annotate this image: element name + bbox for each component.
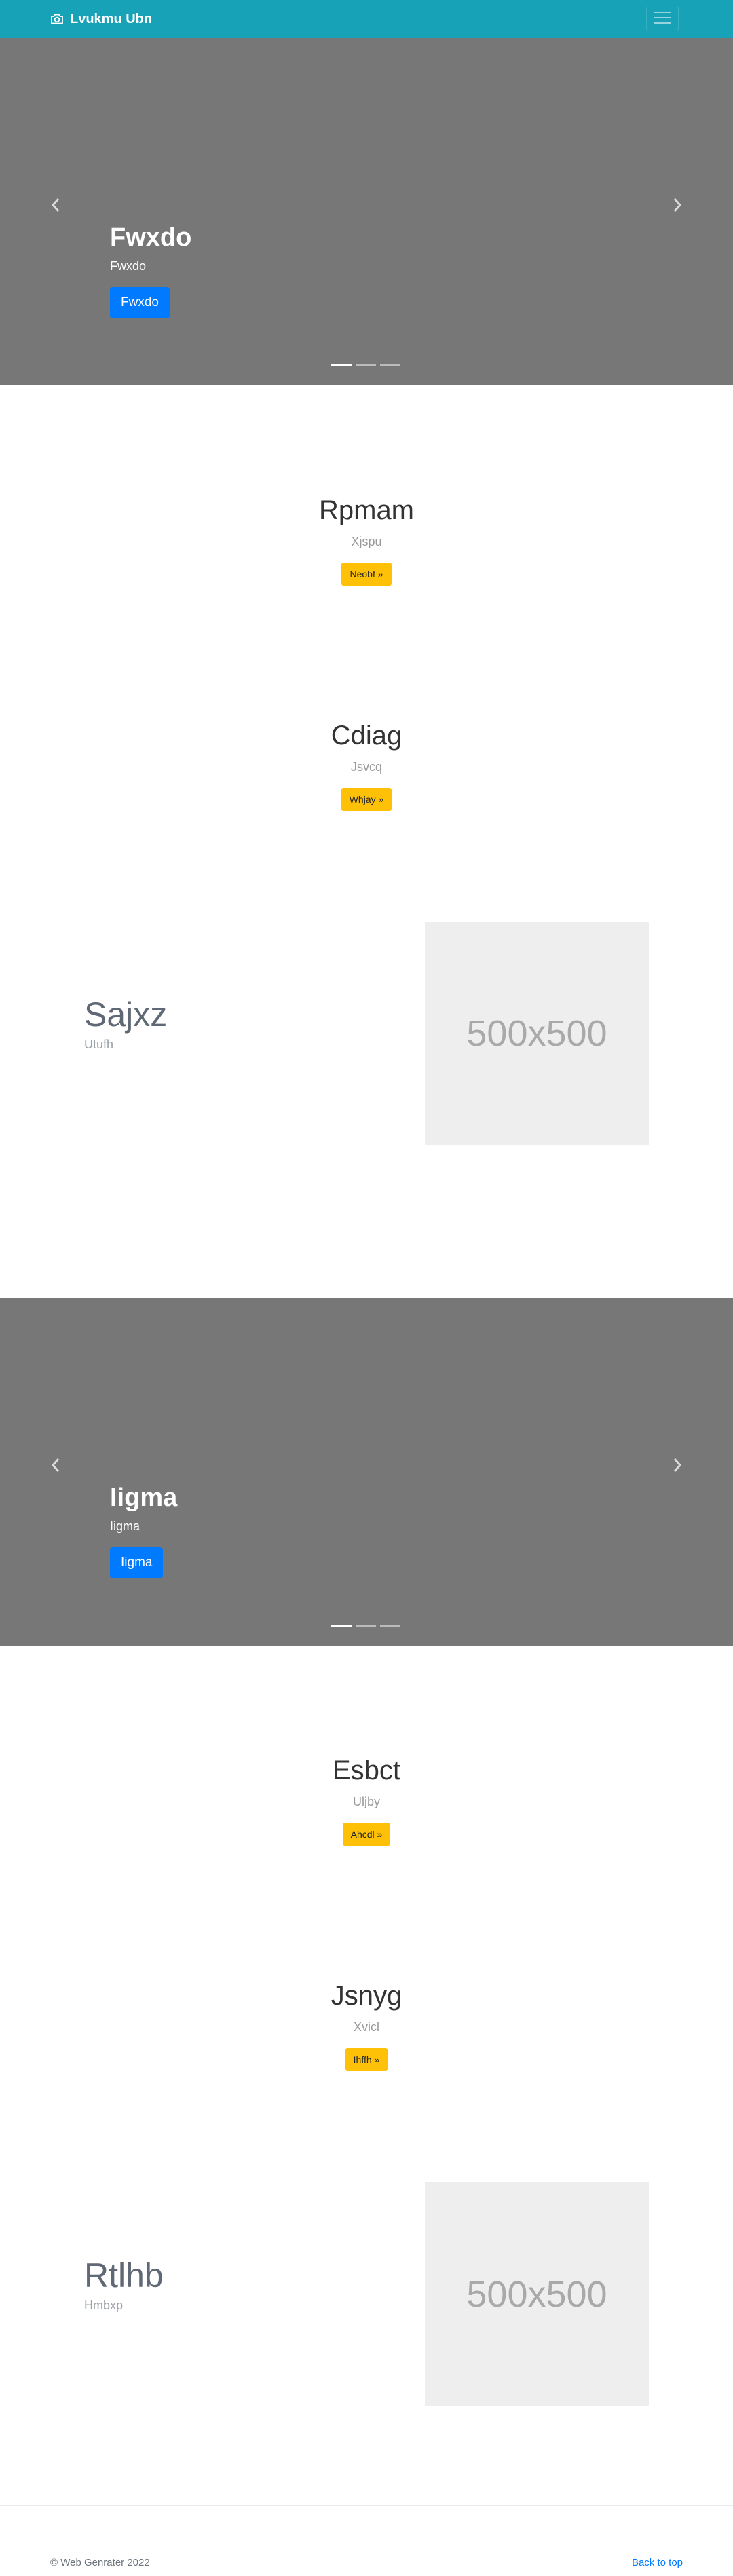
chevron-left-icon [50,1457,61,1477]
carousel-caption: Iigma Iigma Iigma [110,1483,177,1578]
divider [0,2505,733,2506]
chevron-right-icon [672,197,683,216]
footer: © Web Genrater 2022 Back to top [0,2557,733,2576]
section-heading: Esbct [332,1756,401,1785]
carousel-heading: Fwxdo [110,223,192,252]
carousel-cta-button[interactable]: Iigma [110,1547,164,1578]
brand-name: Lvukmu Ubn [70,11,153,26]
carousel-prev-button[interactable] [35,1446,76,1487]
section-button[interactable]: Ihffh » [345,2048,388,2071]
featurette-image-placeholder: 500x500 [425,922,649,1145]
marketing-section: Rpmam Xjspu Neobf » [0,494,733,586]
carousel-heading: Iigma [110,1483,178,1512]
carousel-indicator[interactable] [380,1625,400,1627]
featurette-heading: Rtlhb [84,2256,164,2294]
featurette-image-placeholder: 500x500 [425,2182,649,2406]
carousel-next-button[interactable] [657,186,698,227]
hero-carousel-1: Fwxdo Fwxdo Fwxdo [0,38,733,385]
section-subtext: Xvicl [353,2020,379,2034]
chevron-right-icon [672,1457,683,1477]
marketing-section: Cdiag Jsvcq Whjay » [0,719,733,811]
section-button[interactable]: Neobf » [341,563,392,586]
featurette-text: Sajxz Utufh [84,996,167,1052]
carousel-caption: Fwxdo Fwxdo Fwxdo [110,223,191,318]
carousel-indicators [331,364,400,366]
hero-carousel-2: Iigma Iigma Iigma [0,1298,733,1646]
carousel-prev-button[interactable] [35,186,76,227]
carousel-indicators [331,1625,400,1627]
featurette-heading: Sajxz [84,996,168,1034]
hamburger-icon [652,10,673,29]
marketing-section: Jsnyg Xvicl Ihffh » [0,1980,733,2071]
featurette-subtext: Hmbxp [84,2298,124,2312]
camera-icon [50,13,64,25]
section-heading: Cdiag [331,721,402,751]
section-heading: Rpmam [318,495,415,525]
featurette-subtext: Utufh [84,1038,114,1051]
carousel-indicator[interactable] [356,364,376,366]
featurette-text: Rtlhb Hmbxp [84,2257,164,2313]
section-button[interactable]: Ahcdl » [342,1823,391,1846]
carousel-indicator[interactable] [356,1625,376,1627]
navbar: Lvukmu Ubn [0,0,733,38]
navbar-toggler-button[interactable] [646,7,679,31]
carousel-next-button[interactable] [657,1446,698,1487]
marketing-section: Esbct Uljby Ahcdl » [0,1754,733,1846]
footer-copyright: © Web Genrater 2022 [50,2557,150,2569]
brand-link[interactable]: Lvukmu Ubn [50,0,152,38]
carousel-text: Iigma [110,1519,140,1533]
carousel-cta-button[interactable]: Fwxdo [110,286,170,318]
section-subtext: Uljby [352,1795,380,1808]
carousel-indicator[interactable] [331,364,352,366]
carousel-text: Fwxdo [110,259,147,273]
section-subtext: Jsvcq [350,760,382,774]
section-heading: Jsnyg [331,1981,402,2011]
carousel-indicator[interactable] [331,1625,352,1627]
back-to-top-link[interactable]: Back to top [632,2557,683,2569]
carousel-indicator[interactable] [380,364,400,366]
chevron-left-icon [50,197,61,216]
section-button[interactable]: Whjay » [341,788,392,811]
section-subtext: Xjspu [351,535,382,548]
